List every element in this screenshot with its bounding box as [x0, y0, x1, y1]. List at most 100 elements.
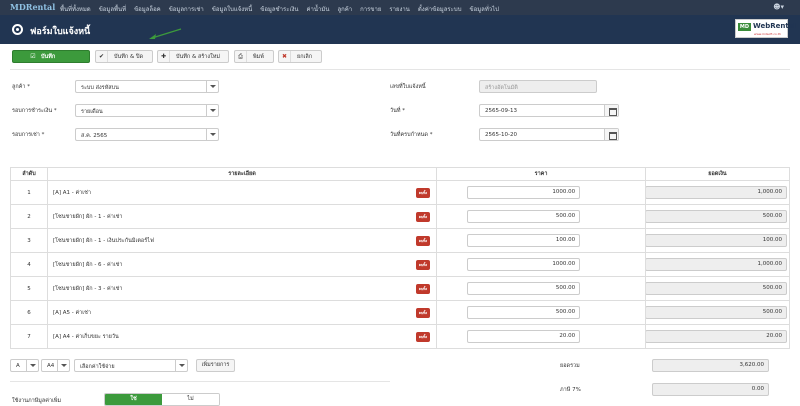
check-icon: ✔: [96, 51, 108, 62]
menu-item[interactable]: พื้นที่ทั้งหมด: [60, 4, 91, 14]
delete-button[interactable]: ลบทิ้ง: [415, 188, 431, 198]
print-button[interactable]: ⎙ พิมพ์: [234, 50, 274, 63]
chevron-down-icon: [206, 129, 218, 140]
printer-icon: ⎙: [235, 51, 247, 62]
payment-cycle-label: รอบการชำระเงิน *: [12, 108, 57, 114]
price-input[interactable]: 1000.00: [467, 258, 581, 271]
column-header: รายละเอียด: [46, 167, 438, 181]
top-nav: MDRental พื้นที่ทั้งหมด ข้อมูลพื้นที่ ข้…: [0, 0, 800, 15]
zone-select[interactable]: A: [10, 359, 39, 372]
column-header: ลำดับ: [10, 167, 48, 181]
menu-item[interactable]: ข้อมูลพื้นที่: [99, 4, 126, 14]
price-input[interactable]: 1000.00: [467, 186, 581, 199]
due-date-input[interactable]: 2565-10-20: [479, 128, 619, 141]
menu-item[interactable]: รายงาน: [389, 4, 410, 14]
vat-no-option[interactable]: ไม่: [162, 394, 219, 405]
menu-item[interactable]: ลูกค้า: [337, 4, 352, 14]
column-header: ราคา: [436, 167, 646, 181]
menu-item[interactable]: ข้อมูลการเช่า: [169, 4, 204, 14]
main-menu: พื้นที่ทั้งหมด ข้อมูลพื้นที่ ข้อมูลล็อค …: [60, 4, 499, 14]
rental-cycle-label: รอบการเช่า *: [12, 132, 45, 138]
item-description: [A] A5 - ค่าเช่า: [52, 309, 91, 316]
item-description: [โซนชายผัก] ผัก - 1 - ค่าเช่า: [52, 213, 123, 220]
table-row: 4 [โซนชายผัก] ผัก - 6 - ค่าเช่า ลบทิ้ง 10…: [10, 252, 791, 277]
save-new-button[interactable]: ✚ บันทึก & สร้างใหม่: [157, 50, 229, 63]
delete-button[interactable]: ลบทิ้ง: [415, 260, 431, 270]
user-icon[interactable]: ☻▾: [773, 3, 784, 11]
menu-item[interactable]: ข้อมูลทั่วไป: [470, 4, 500, 14]
save-close-button[interactable]: ✔ บันทึก & ปิด: [95, 50, 153, 63]
date-label: วันที่ *: [390, 108, 405, 114]
amount-field: 20.00: [644, 330, 787, 343]
rental-cycle-select[interactable]: ส.ค. 2565: [75, 128, 219, 141]
menu-item[interactable]: การขาย: [360, 4, 381, 14]
chevron-down-icon: [57, 360, 69, 371]
amount-field: 500.00: [644, 282, 787, 295]
delete-button[interactable]: ลบทิ้ง: [415, 332, 431, 342]
company-logo: MD WebRental www.mdsoft.co.th: [735, 19, 796, 38]
menu-item[interactable]: ข้อมูลชำระเงิน: [260, 4, 298, 14]
arrow-annotation-icon: [149, 28, 182, 39]
amount-field: 100.00: [644, 234, 787, 247]
amount-field: 1,000.00: [644, 258, 787, 271]
delete-button[interactable]: ลบทิ้ง: [415, 236, 431, 246]
page-title: ฟอร์มใบแจ้งหนี้: [30, 27, 91, 37]
chevron-down-icon: [175, 360, 187, 371]
vat-field: 0.00: [652, 383, 769, 396]
customer-label: ลูกค้า *: [12, 84, 30, 90]
menu-item[interactable]: ค่าน้ำมัน: [307, 4, 330, 14]
date-input[interactable]: 2565-09-13: [479, 104, 619, 117]
save-button[interactable]: ☑ บันทึก: [12, 50, 90, 63]
cancel-button[interactable]: ✖ ยกเลิก: [278, 50, 322, 63]
calendar-icon[interactable]: [604, 105, 618, 116]
item-description: [โซนชายผัก] ผัก - 3 - ค่าเช่า: [52, 285, 123, 292]
item-description: [โซนชายผัก] ผัก - 1 - เงินประกันมิเตอร์ไ…: [52, 237, 154, 244]
save-icon: ☑: [30, 53, 36, 60]
form-icon: [12, 24, 23, 35]
delete-button[interactable]: ลบทิ้ง: [415, 284, 431, 294]
cancel-icon: ✖: [279, 51, 291, 62]
vat-label: ภาษี 7%: [560, 387, 581, 393]
invoice-no-input[interactable]: สร้างอัตโนมัติ: [479, 80, 597, 93]
use-vat-label: ใช้งานภาษีมูลค่าเพิ่ม: [12, 398, 62, 404]
chevron-down-icon: [206, 105, 218, 116]
total-label: ยอดรวม: [560, 363, 580, 369]
brand-logo[interactable]: MDRental: [10, 2, 55, 12]
amount-field: 1,000.00: [644, 186, 787, 199]
customer-select[interactable]: ระบบ ส่งรหัสบน: [75, 80, 219, 93]
total-field: 3,620.00: [652, 359, 769, 372]
vat-toggle[interactable]: ใช่ ไม่: [104, 393, 220, 406]
table-row: 1 [A] A1 - ค่าเช่า ลบทิ้ง 1000.00 1,000.0…: [10, 180, 791, 205]
column-header: ยอดเงิน: [644, 167, 791, 181]
menu-item[interactable]: ข้อมูลล็อค: [134, 4, 161, 14]
price-input[interactable]: 100.00: [467, 234, 581, 247]
payment-cycle-select[interactable]: รายเดือน: [75, 104, 219, 117]
vat-yes-option[interactable]: ใช่: [105, 394, 162, 405]
menu-item[interactable]: ข้อมูลใบแจ้งหนี้: [212, 4, 252, 14]
price-input[interactable]: 500.00: [467, 210, 581, 223]
menu-item[interactable]: ตั้งค่าข้อมูลระบบ: [418, 4, 462, 14]
due-date-label: วันที่ครบกำหนด *: [390, 132, 433, 138]
price-input[interactable]: 20.00: [467, 330, 581, 343]
table-row: 2 [โซนชายผัก] ผัก - 1 - ค่าเช่า ลบทิ้ง 50…: [10, 204, 791, 229]
table-row: 5 [โซนชายผัก] ผัก - 3 - ค่าเช่า ลบทิ้ง 50…: [10, 276, 791, 301]
calendar-icon[interactable]: [604, 129, 618, 140]
lock-select[interactable]: A4: [41, 359, 70, 372]
price-input[interactable]: 500.00: [467, 306, 581, 319]
invoice-no-label: เลขที่ใบแจ้งหนี้: [390, 84, 426, 90]
delete-button[interactable]: ลบทิ้ง: [415, 308, 431, 318]
expense-select[interactable]: เลือกค่าใช้จ่าย: [74, 359, 188, 372]
plus-icon: ✚: [158, 51, 170, 62]
item-description: [โซนชายผัก] ผัก - 6 - ค่าเช่า: [52, 261, 123, 268]
chevron-down-icon: [206, 81, 218, 92]
divider: [10, 69, 790, 70]
table-row: 7 [A] A4 - ค่าเก็บขยะ รายวัน ลบทิ้ง 20.00…: [10, 324, 791, 349]
amount-field: 500.00: [644, 306, 787, 319]
price-input[interactable]: 500.00: [467, 282, 581, 295]
add-item-button[interactable]: เพิ่มรายการ: [196, 359, 235, 372]
delete-button[interactable]: ลบทิ้ง: [415, 212, 431, 222]
chevron-down-icon: [26, 360, 38, 371]
item-description: [A] A4 - ค่าเก็บขยะ รายวัน: [52, 333, 119, 340]
page-header: ฟอร์มใบแจ้งหนี้: [0, 15, 800, 44]
table-row: 6 [A] A5 - ค่าเช่า ลบทิ้ง 500.00 500.00: [10, 300, 791, 325]
